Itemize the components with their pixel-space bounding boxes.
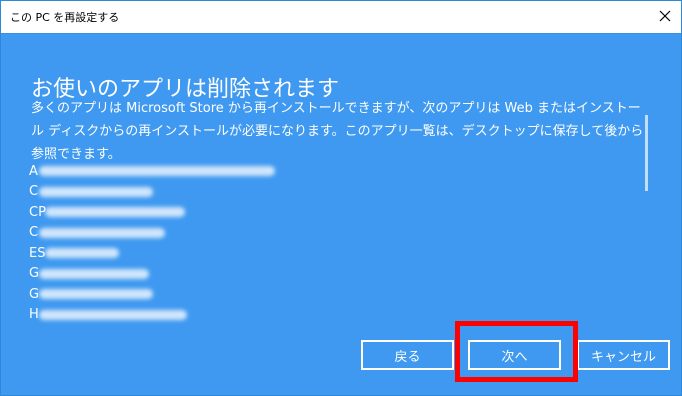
list-item: C [29,223,275,244]
app-name-initial: G [29,266,40,282]
redacted-app-name [45,207,185,218]
redacted-app-name [39,227,165,238]
description-text: 多くのアプリは Microsoft Store から再インストールできますが、次… [31,101,644,162]
window-title: この PC を再設定する [10,11,120,24]
title-bar: この PC を再設定する [1,1,681,34]
next-button[interactable]: 次へ [468,340,561,370]
close-icon[interactable] [655,6,675,26]
scrollbar[interactable] [645,115,648,191]
app-name-initial: ES [29,245,46,261]
list-item: G [29,284,275,305]
app-name-initial: C [29,225,39,241]
redacted-app-name [39,268,149,279]
app-list: A C CP C ES G G H [29,161,275,325]
app-name-initial: H [29,307,39,323]
app-name-initial: C [29,184,39,200]
cancel-button[interactable]: キャンセル [577,340,670,370]
redacted-app-name [39,289,153,300]
app-name-initial: A [29,163,38,179]
redacted-app-name [39,309,187,320]
reset-pc-dialog: この PC を再設定する お使いのアプリは削除されます 多くのアプリは Micr… [0,0,682,396]
list-item: ES [29,243,275,264]
redacted-app-name [39,166,275,177]
app-name-initial: G [29,286,40,302]
list-item: A [29,161,275,182]
list-item: C [29,182,275,203]
redacted-app-name [39,186,153,197]
list-item: H [29,305,275,326]
redacted-app-name [45,248,119,259]
back-button[interactable]: 戻る [361,340,454,370]
list-item: G [29,264,275,285]
list-item: CP [29,202,275,223]
app-name-initial: CP [29,204,46,220]
